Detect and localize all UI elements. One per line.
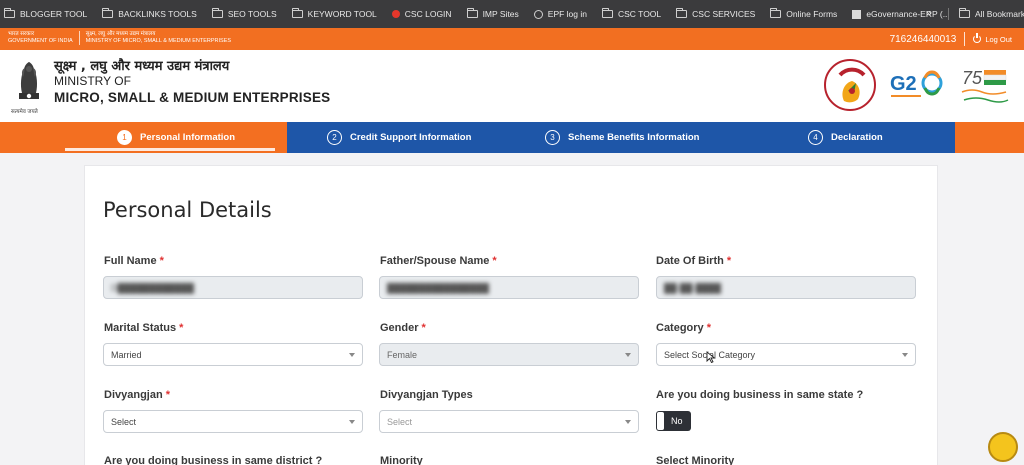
gov-strip: भारत सरकार GOVERNMENT OF INDIA सूक्ष्म, … xyxy=(0,28,1024,50)
gender-label: Gender * xyxy=(380,322,426,334)
bookmark-csc-tool[interactable]: CSC TOOL xyxy=(602,8,661,19)
divyangjan-label: Divyangjan * xyxy=(104,389,170,401)
chevron-down-icon xyxy=(902,353,908,357)
logout-button[interactable]: Log Out xyxy=(965,33,1024,44)
divyangjan-select[interactable]: Select xyxy=(103,410,363,433)
page-title: Personal Details xyxy=(103,198,272,222)
g20-logo: G2 xyxy=(888,66,946,104)
csc-icon xyxy=(391,10,400,18)
divyangjan-types-label: Divyangjan Types xyxy=(380,389,473,401)
marital-status-select[interactable]: Married xyxy=(103,343,363,366)
full-name-label: Full Name * xyxy=(104,255,164,267)
all-bookmarks-button[interactable]: All Bookmarks xyxy=(959,0,1024,28)
chevron-down-icon xyxy=(625,420,631,424)
svg-text:G2: G2 xyxy=(890,73,917,95)
bookmark-csc-login[interactable]: CSC LOGIN xyxy=(391,9,452,19)
gov-of-india-label: भारत सरकार GOVERNMENT OF INDIA xyxy=(8,31,80,45)
bookmarks-bar: BLOGGER TOOL BACKLINKS TOOLS SEO TOOLS K… xyxy=(0,0,1024,28)
step-credit-support-information[interactable]: 2 Credit Support Information xyxy=(327,122,471,153)
folder-icon xyxy=(291,8,303,18)
folder-icon xyxy=(959,8,970,18)
bookmark-blogger-tool[interactable]: BLOGGER TOOL xyxy=(4,8,87,19)
msme-title: MICRO, SMALL & MEDIUM ENTERPRISES xyxy=(54,90,331,105)
mouse-cursor-icon xyxy=(706,351,716,363)
ministry-strip-label: सूक्ष्म, लघु और मध्यम उद्यम मंत्रालय MIN… xyxy=(85,31,232,44)
folder-icon xyxy=(602,8,613,18)
emblem-caption: सत्यमेव जयते xyxy=(11,109,38,115)
step-scheme-benefits-information[interactable]: 3 Scheme Benefits Information xyxy=(545,122,699,153)
chevron-down-icon xyxy=(625,353,631,357)
marital-status-label: Marital Status * xyxy=(104,322,184,334)
divider xyxy=(948,8,949,20)
ministry-of-label: MINISTRY OF xyxy=(54,74,131,88)
bookmark-epf-login[interactable]: EPF log in xyxy=(533,9,587,19)
folder-icon xyxy=(4,8,15,18)
toggle-handle xyxy=(657,412,664,430)
svg-text:75: 75 xyxy=(962,68,983,88)
bookmark-keyword-tool[interactable]: KEYWORD TOOL xyxy=(291,8,377,19)
minority-label: Minority xyxy=(380,455,423,465)
active-step-indicator xyxy=(65,148,275,151)
chevron-down-icon xyxy=(349,420,355,424)
vishwakarma-logo xyxy=(824,59,876,111)
globe-icon xyxy=(533,9,543,19)
user-phone-number: 716246440013 xyxy=(890,32,966,46)
site-header: सत्यमेव जयते सूक्ष्म , लघु और मध्यम उद्य… xyxy=(0,50,1024,122)
date-of-birth-label: Date Of Birth * xyxy=(656,255,732,267)
select-minority-label: Select Minority xyxy=(656,455,735,465)
same-district-label: Are you doing business in same district … xyxy=(104,455,323,465)
father-spouse-name-field[interactable]: ████████████████ xyxy=(379,276,639,299)
same-state-toggle[interactable]: No xyxy=(656,411,691,431)
azadi-ka-amrit-mahotsav-logo: 75 xyxy=(958,62,1012,110)
egov-icon xyxy=(852,9,862,19)
folder-icon xyxy=(211,8,223,18)
more-bookmarks-button[interactable]: » xyxy=(926,8,932,19)
channel-watermark-logo xyxy=(988,432,1018,462)
bookmark-csc-services[interactable]: CSC SERVICES xyxy=(676,8,755,19)
power-icon xyxy=(973,33,982,43)
bookmark-online-forms[interactable]: Online Forms xyxy=(770,8,837,19)
full-name-field[interactable]: D████████████ xyxy=(103,276,363,299)
date-of-birth-field[interactable]: ██-██-████ xyxy=(656,276,916,299)
divyangjan-types-select[interactable]: Select xyxy=(379,410,639,433)
folder-icon xyxy=(676,8,688,18)
father-spouse-name-label: Father/Spouse Name * xyxy=(380,255,497,267)
folder-icon xyxy=(466,8,478,18)
bookmark-seo-tools[interactable]: SEO TOOLS xyxy=(211,8,277,19)
chevron-down-icon xyxy=(349,353,355,357)
bookmark-backlinks-tools[interactable]: BACKLINKS TOOLS xyxy=(102,8,197,19)
folder-icon xyxy=(102,8,114,18)
step-declaration[interactable]: 4 Declaration xyxy=(808,122,883,153)
gender-select[interactable]: Female xyxy=(379,343,639,366)
ministry-hindi-title: सूक्ष्म , लघु और मध्यम उद्यम मंत्रालय xyxy=(54,59,230,74)
folder-icon xyxy=(770,8,782,18)
bookmark-imp-sites[interactable]: IMP Sites xyxy=(466,8,519,19)
same-state-label: Are you doing business in same state ? xyxy=(656,389,864,401)
category-select[interactable]: Select Social Category xyxy=(656,343,916,366)
category-label: Category * xyxy=(656,322,711,334)
bookmark-egovernance-erp[interactable]: eGovernance-ERP (... xyxy=(852,9,950,19)
